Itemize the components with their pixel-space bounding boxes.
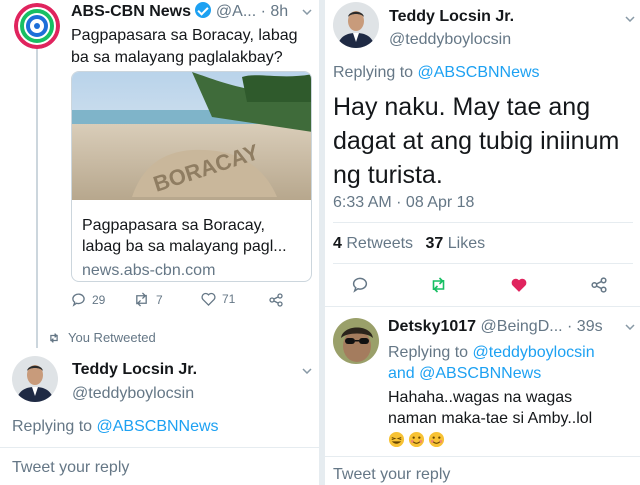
- divider: [325, 306, 640, 307]
- retweet-indicator-label: You Retweeted: [68, 330, 156, 345]
- retweet-action[interactable]: 7: [133, 292, 163, 307]
- tweet-text-line: dagat at ang tubig iniinum: [333, 127, 620, 155]
- card-title-line: labag ba sa malayang pagl...: [82, 238, 287, 255]
- reply-author-name[interactable]: Teddy Locsin Jr.: [72, 361, 197, 379]
- tweet-text-line: ng turista.: [333, 161, 443, 189]
- grinning-squint-emoji-icon: [388, 431, 405, 448]
- author-handle: @teddyboylocsin: [389, 31, 512, 48]
- like-count: 71: [222, 292, 236, 306]
- reply-icon[interactable]: [351, 276, 369, 293]
- right-panel: Teddy Locsin Jr. @teddyboylocsin Replyin…: [325, 0, 640, 485]
- card-title-line: Pagpapasara sa Boracay,: [82, 217, 265, 234]
- reply-input[interactable]: Tweet your reply: [333, 466, 450, 484]
- replying-to: Replying to @ABSCBNNews: [12, 418, 219, 436]
- teddy-avatar[interactable]: [12, 356, 58, 402]
- chevron-down-icon[interactable]: [625, 324, 635, 330]
- like-action[interactable]: 71: [201, 292, 235, 306]
- replying-to-mention[interactable]: @ABSCBNNews: [97, 418, 219, 435]
- reply-input[interactable]: Tweet your reply: [12, 459, 129, 477]
- tweet-text-line: ba sa malayang paglalakbay?: [71, 49, 283, 66]
- tweet-timestamp: 6:33 AM · 08 Apr 18: [333, 194, 475, 211]
- tweet-text-line: Pagpapasara sa Boracay, labag: [71, 27, 298, 44]
- replying-to-mention[interactable]: @ABSCBNNews: [419, 365, 541, 382]
- thread-line: [36, 48, 38, 348]
- retweet-icon: [136, 292, 147, 307]
- reply-handle-time: @BeingD... · 39s: [480, 318, 603, 335]
- share-icon[interactable]: [269, 293, 283, 307]
- retweets-label: Retweets: [346, 235, 414, 252]
- tweet-actions: 29 7 71: [71, 292, 312, 310]
- replying-to-prefix: Replying to: [388, 344, 473, 361]
- author-name[interactable]: ABS-CBN News: [71, 3, 191, 20]
- reply-icon: [72, 293, 85, 307]
- divider: [333, 263, 633, 264]
- divider: [325, 456, 640, 457]
- link-card[interactable]: BORACAY Pagpapasara sa Boracay, labag ba…: [71, 71, 312, 282]
- replying-to-prefix: Replying to: [333, 64, 418, 81]
- replying-to-mention[interactable]: @ABSCBNNews: [418, 64, 540, 81]
- tweet-header: ABS-CBN News @A... · 8h: [71, 2, 288, 21]
- reply-author-handle: @teddyboylocsin: [72, 385, 195, 402]
- author-name[interactable]: Teddy Locsin Jr.: [389, 8, 514, 26]
- abscbn-logo-avatar[interactable]: [14, 3, 60, 49]
- divider: [333, 222, 633, 223]
- chevron-down-icon[interactable]: [625, 16, 635, 22]
- retweet-indicator: You Retweeted: [48, 330, 156, 345]
- reply-replying-to: Replying to @teddyboylocsin and @ABSCBNN…: [388, 342, 638, 384]
- emoji-group: [388, 431, 445, 448]
- divider: [0, 447, 319, 448]
- retweet-icon[interactable]: [429, 277, 448, 293]
- reply-action[interactable]: 29: [71, 292, 105, 307]
- reply-text-line: Hahaha..wagas na wagas: [388, 389, 573, 406]
- smiling-emoji-icon: [428, 431, 445, 448]
- tweet-text: Pagpapasara sa Boracay, labag ba sa mala…: [71, 25, 316, 69]
- heart-filled-icon[interactable]: [510, 277, 528, 293]
- card-domain: news.abs-cbn.com: [82, 262, 216, 279]
- likes-label: Likes: [447, 235, 486, 252]
- likes-stat[interactable]: 37 Likes: [426, 235, 486, 252]
- tweet-stats: 4 Retweets 37 Likes: [333, 235, 485, 253]
- replying-to: Replying to @ABSCBNNews: [333, 64, 540, 82]
- likes-count: 37: [425, 235, 444, 252]
- retweet-count: 7: [156, 292, 163, 307]
- chevron-down-icon[interactable]: [302, 9, 312, 15]
- tweet-text-line: Hay naku. May tae ang: [333, 93, 591, 121]
- beach-image: BORACAY: [72, 72, 311, 200]
- replying-to-prefix: Replying to: [12, 418, 97, 435]
- verified-icon: [195, 2, 212, 18]
- reply-count: 29: [92, 292, 106, 307]
- reply-header: Detsky1017 @BeingD... · 39s: [388, 318, 603, 336]
- detsky-avatar[interactable]: [333, 318, 379, 364]
- chevron-down-icon[interactable]: [302, 368, 312, 374]
- heart-icon: [201, 292, 216, 306]
- author-handle-time: @A... · 8h: [215, 3, 289, 20]
- replying-to-and: and: [388, 365, 420, 382]
- replying-to-mention[interactable]: @teddyboylocsin: [473, 344, 595, 361]
- reply-text-line: naman maka-tae si Amby..lol: [388, 410, 593, 427]
- reply-author-name[interactable]: Detsky1017: [388, 318, 476, 335]
- retweets-stat[interactable]: 4 Retweets: [333, 235, 413, 252]
- retweet-small-icon: [50, 332, 58, 343]
- teddy-avatar[interactable]: [333, 2, 379, 48]
- reply-text: Hahaha..wagas na wagas naman maka-tae si…: [388, 387, 638, 429]
- left-panel: ABS-CBN News @A... · 8h Pagpapasara sa B…: [0, 0, 319, 485]
- smiling-emoji-icon: [408, 431, 425, 448]
- retweets-count: 4: [333, 235, 342, 252]
- tweet-text: Hay naku. May tae ang dagat at ang tubig…: [333, 90, 638, 192]
- share-icon[interactable]: [591, 277, 607, 293]
